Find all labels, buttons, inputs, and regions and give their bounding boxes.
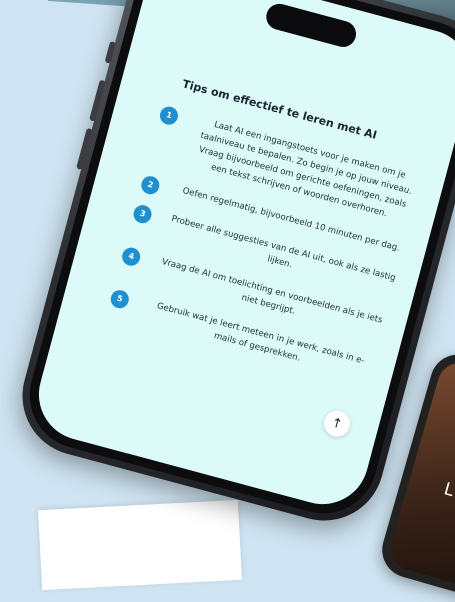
tip-number-badge: 2 [139, 174, 162, 197]
tip-number-badge: 4 [120, 245, 143, 268]
tips-article: Tips om effectief te leren met AI 1 Laat… [96, 72, 431, 399]
tip-number-badge: 3 [131, 203, 154, 226]
tip-number-badge: 1 [157, 104, 180, 127]
scroll-to-top-button[interactable]: ↑ [321, 407, 353, 440]
dynamic-island [263, 0, 359, 50]
tip-text: Laat AI een ingangstoets voor je maken o… [197, 119, 413, 220]
phone-mockup: Tips om effectief te leren met AI 1 Laat… [9, 0, 455, 535]
tip-item: 1 Laat AI een ingangstoets voor je maken… [143, 102, 424, 228]
arrow-up-icon: ↑ [329, 414, 345, 433]
tip-number-badge: 5 [108, 288, 131, 311]
